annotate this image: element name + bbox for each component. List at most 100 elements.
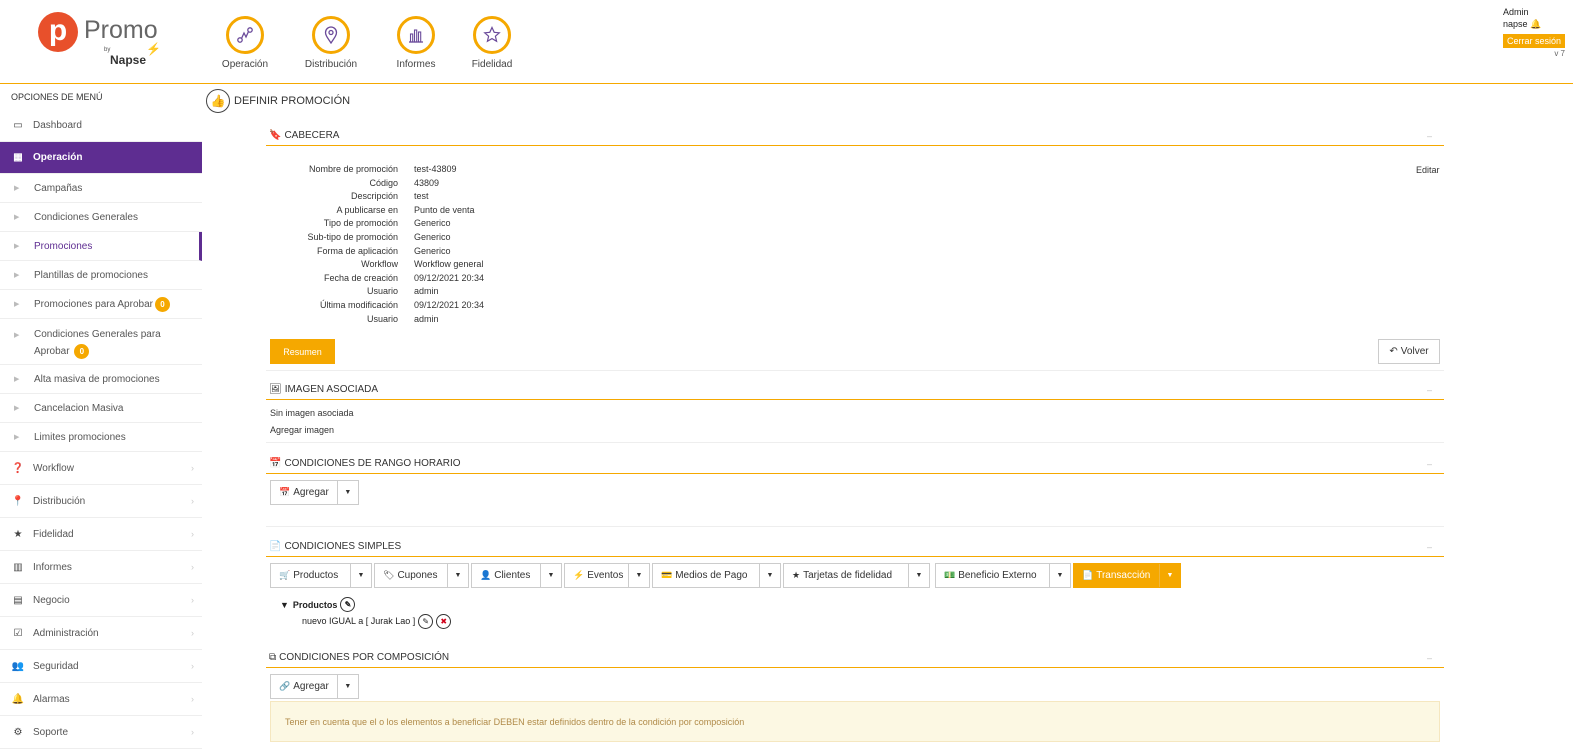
- sidebar-subitem-label-wrap: Condiciones Generales para Aprobar 0: [34, 326, 161, 360]
- cupones-button[interactable]: 🏷 Cupones: [375, 564, 448, 587]
- sidebar-item-alarmas[interactable]: 🔔 Alarmas ›: [0, 683, 202, 716]
- collapse-icon[interactable]: –: [1427, 131, 1432, 141]
- logo-company: Napse: [110, 53, 147, 67]
- caret-down-icon[interactable]: ▼: [1050, 564, 1070, 587]
- divider: [266, 526, 1444, 527]
- link-icon: 🔗: [279, 681, 291, 691]
- collapse-icon[interactable]: –: [1427, 459, 1432, 469]
- caret-down-icon[interactable]: ▼: [541, 564, 561, 587]
- sidebar-item-dashboard[interactable]: ▭ Dashboard: [0, 109, 202, 142]
- sidebar-subitem-label: Cancelacion Masiva: [34, 402, 124, 414]
- collapse-icon[interactable]: –: [1427, 542, 1432, 552]
- collapse-icon[interactable]: –: [1427, 385, 1432, 395]
- composicion-add-button[interactable]: 🔗 Agregar: [271, 675, 338, 698]
- sidebar-subitem-promociones[interactable]: ▶ Promociones: [0, 232, 202, 261]
- sidebar-item-informes[interactable]: ▥ Informes ›: [0, 551, 202, 584]
- detail-value: Workflow general: [414, 259, 484, 270]
- section-composicion-header[interactable]: ⧉ CONDICIONES POR COMPOSICIÓN –: [266, 648, 1444, 668]
- caret-down-icon[interactable]: ▼: [760, 564, 780, 587]
- clientes-button[interactable]: 👤 Clientes: [472, 564, 541, 587]
- sidebar-item-negocio[interactable]: ▤ Negocio ›: [0, 584, 202, 617]
- collapse-icon[interactable]: –: [1427, 653, 1432, 663]
- bookmark-icon: 🔖: [269, 130, 282, 141]
- caret-right-icon: ▶: [14, 301, 20, 308]
- detail-value: Punto de venta: [414, 204, 475, 215]
- composicion-add-split-button: 🔗 Agregar ▼: [270, 674, 359, 699]
- sidebar-subitem-plantillas[interactable]: ▶ Plantillas de promociones: [0, 261, 202, 290]
- eventos-split-button: ⚡ Eventos ▼: [564, 563, 650, 588]
- module-fidelidad[interactable]: Fidelidad: [457, 16, 527, 70]
- rango-add-button[interactable]: 📅 Agregar: [271, 481, 338, 504]
- caret-down-icon[interactable]: ▼: [280, 600, 289, 610]
- caret-down-icon[interactable]: ▼: [629, 564, 649, 587]
- module-distribucion[interactable]: Distribución: [296, 16, 366, 70]
- sidebar: OPCIONES DE MENÚ ▭ Dashboard ▦ Operación…: [0, 85, 202, 755]
- calendar-icon: 📅: [279, 487, 291, 497]
- sidebar-subitem-campanias[interactable]: ▶ Campañas: [0, 174, 202, 203]
- sidebar-subitem-condiciones-generales[interactable]: ▶ Condiciones Generales: [0, 203, 202, 232]
- caret-down-icon[interactable]: ▼: [338, 481, 358, 504]
- tree-node[interactable]: ▼ Productos ✎: [280, 597, 451, 612]
- section-cabecera-header[interactable]: 🔖 CABECERA –: [266, 126, 1444, 146]
- detail-row: Forma de aplicación Generico: [266, 245, 1444, 259]
- logout-button[interactable]: Cerrar sesión: [1502, 34, 1565, 48]
- beneficio-externo-button[interactable]: 💵 Beneficio Externo: [936, 564, 1050, 587]
- button-label: Transacción: [1096, 570, 1151, 581]
- detail-label: Fecha de creación: [323, 272, 398, 283]
- chevron-right-icon: ›: [191, 529, 194, 539]
- caret-down-icon[interactable]: ▼: [1160, 564, 1180, 587]
- sidebar-item-workflow[interactable]: ❓ Workflow ›: [0, 452, 202, 485]
- eventos-button[interactable]: ⚡ Eventos: [565, 564, 629, 587]
- detail-row: Descripción test: [266, 190, 1444, 204]
- count-badge: 0: [154, 296, 170, 312]
- detail-label: Código: [369, 177, 398, 188]
- caret-down-icon[interactable]: ▼: [351, 564, 371, 587]
- user-name-row: napse 🔔: [1503, 18, 1565, 30]
- section-simples-header[interactable]: 📄 CONDICIONES SIMPLES –: [266, 537, 1444, 557]
- divider: [266, 442, 1444, 443]
- productos-button[interactable]: 🛒 Productos: [271, 564, 351, 587]
- sidebar-item-label: Distribución: [33, 495, 86, 507]
- detail-row: A publicarse en Punto de venta: [266, 204, 1444, 218]
- section-rango-header[interactable]: 📅 CONDICIONES DE RANGO HORARIO –: [266, 454, 1444, 474]
- sidebar-subitem-promos-aprobar[interactable]: ▶ Promociones para Aprobar 0: [0, 290, 202, 319]
- composicion-notice: Tener en cuenta que el o los elementos a…: [270, 701, 1440, 742]
- bell-icon[interactable]: 🔔: [1530, 19, 1541, 29]
- star-icon: ★: [792, 570, 801, 580]
- resumen-button[interactable]: Resumen: [270, 339, 335, 364]
- caret-down-icon[interactable]: ▼: [338, 675, 358, 698]
- sidebar-item-label: Workflow: [33, 462, 74, 474]
- sidebar-item-operacion[interactable]: ▦ Operación: [0, 142, 202, 174]
- sidebar-item-fidelidad[interactable]: ★ Fidelidad ›: [0, 518, 202, 551]
- module-informes[interactable]: Informes: [381, 16, 451, 70]
- sidebar-item-soporte[interactable]: ⚙ Soporte ›: [0, 716, 202, 749]
- sidebar-subitem-alta-masiva[interactable]: ▶ Alta masiva de promociones: [0, 365, 202, 394]
- edit-link[interactable]: Editar: [1416, 165, 1440, 175]
- sidebar-subitem-cond-aprobar[interactable]: ▶ Condiciones Generales para Aprobar 0: [0, 319, 202, 365]
- sidebar-item-administracion[interactable]: ☑ Administración ›: [0, 617, 202, 650]
- sidebar-subitem-cancelacion[interactable]: ▶ Cancelacion Masiva: [0, 394, 202, 423]
- caret-down-icon[interactable]: ▼: [448, 564, 468, 587]
- sidebar-subitem-limites[interactable]: ▶ Limites promociones: [0, 423, 202, 452]
- transaccion-button[interactable]: 📄 Transacción: [1074, 564, 1160, 587]
- volver-button[interactable]: ↶ Volver: [1378, 339, 1440, 364]
- promo-logo[interactable]: p Promo by Napse ⚡: [38, 12, 168, 68]
- sidebar-item-seguridad[interactable]: 👥 Seguridad ›: [0, 650, 202, 683]
- tarjetas-button[interactable]: ★ Tarjetas de fidelidad: [784, 564, 909, 587]
- caret-down-icon[interactable]: ▼: [909, 564, 929, 587]
- detail-label: Usuario: [366, 286, 398, 297]
- button-label: Eventos: [587, 570, 624, 581]
- module-operacion[interactable]: Operación: [210, 16, 280, 70]
- caret-right-icon: ▶: [14, 243, 20, 250]
- pencil-icon[interactable]: ✎: [340, 597, 356, 612]
- medios-pago-button[interactable]: 💳 Medios de Pago: [653, 564, 760, 587]
- close-icon[interactable]: ✖: [436, 613, 452, 629]
- add-image-link[interactable]: Agregar imagen: [270, 425, 334, 435]
- sidebar-item-distribucion[interactable]: 📍 Distribución ›: [0, 485, 202, 518]
- sidebar-subitem-label: Promociones: [34, 240, 93, 252]
- module-label: Operación: [221, 59, 269, 70]
- pencil-icon[interactable]: ✎: [418, 613, 434, 629]
- section-imagen-header[interactable]: 🖼 IMAGEN ASOCIADA –: [266, 380, 1444, 400]
- button-label: Productos: [293, 570, 339, 581]
- detail-label: Nombre de promoción: [308, 164, 398, 174]
